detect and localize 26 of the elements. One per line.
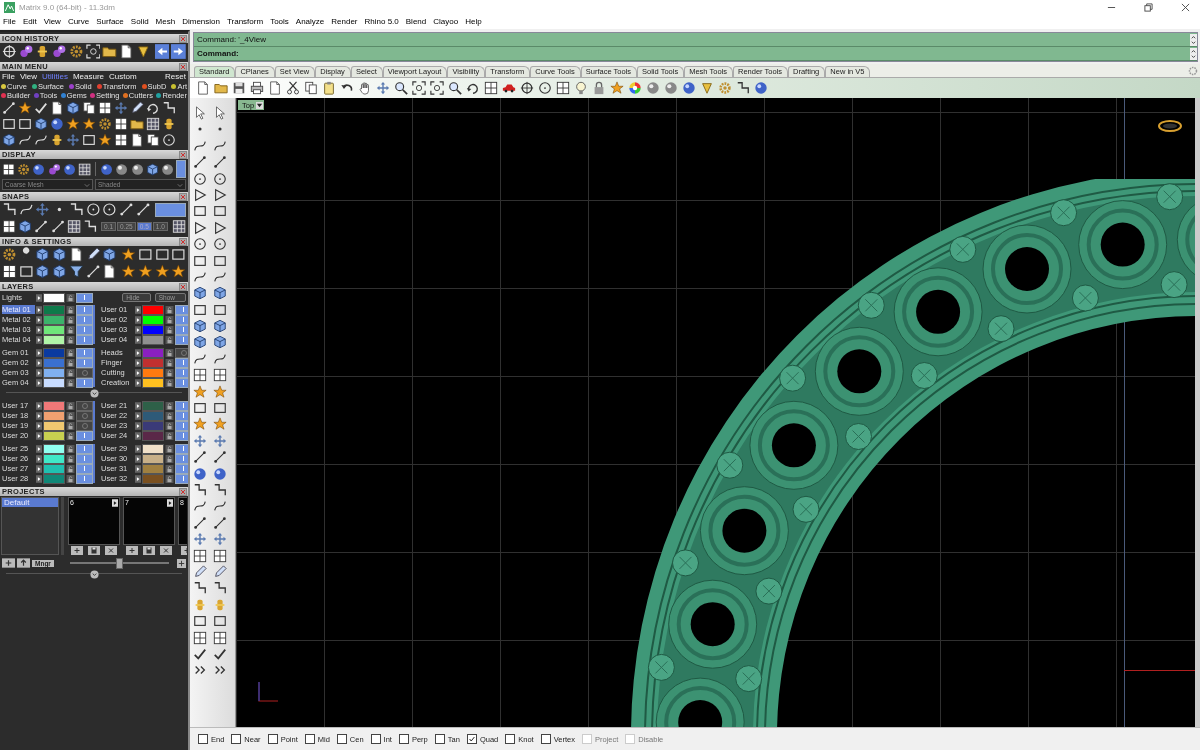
command-prompt: Command: <box>197 49 239 58</box>
menu-item[interactable]: Mesh <box>155 17 176 26</box>
menu-item[interactable]: Rhino 5.0 <box>364 17 399 26</box>
menu-item[interactable]: Tools <box>270 17 289 26</box>
menu-item[interactable]: File <box>3 17 16 26</box>
menu-item[interactable]: Clayoo <box>433 17 459 26</box>
menu-item[interactable]: Render <box>331 17 358 26</box>
reset-button[interactable]: Reset <box>165 72 186 81</box>
window-title: Matrix 9.0 (64-bit) - 11.3dm <box>19 2 115 12</box>
menu-tab[interactable]: File <box>2 72 15 81</box>
menu-item[interactable]: Help <box>465 17 482 26</box>
menu-item[interactable]: Surface <box>96 17 124 26</box>
menu-item[interactable]: Blend <box>405 17 427 26</box>
menu-tab[interactable]: Measure <box>72 72 104 81</box>
menu-item[interactable]: Dimension <box>182 17 220 26</box>
menu-item[interactable]: Analyze <box>295 17 325 26</box>
menu-tab[interactable]: View <box>19 72 38 81</box>
menu-tab[interactable]: Custom <box>109 72 137 81</box>
project-item[interactable]: Default <box>2 498 58 507</box>
menu-item[interactable]: Edit <box>22 17 37 26</box>
menu-item[interactable]: Curve <box>67 17 90 26</box>
command-history: Command: '_4View <box>197 35 266 44</box>
menu-item[interactable]: View <box>43 17 61 26</box>
menu-item[interactable]: Solid <box>130 17 149 26</box>
menu-tab[interactable]: Utilities <box>42 72 68 81</box>
menu-item[interactable]: Transform <box>226 17 264 26</box>
